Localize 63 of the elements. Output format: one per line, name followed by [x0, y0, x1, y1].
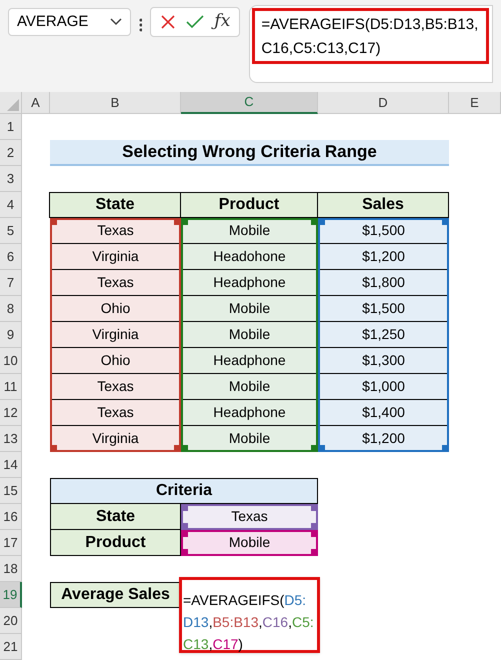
criteria-heading: Criteria — [50, 478, 318, 504]
table-cell: Ohio — [50, 296, 181, 322]
title-cell: Selecting Wrong Criteria Range — [50, 140, 449, 166]
row-header[interactable]: 7 — [0, 270, 22, 296]
column-header[interactable]: B — [50, 92, 181, 114]
row-header[interactable]: 10 — [0, 348, 22, 374]
column-header[interactable]: E — [449, 92, 501, 114]
row-header[interactable]: 13 — [0, 426, 22, 452]
label-cell: Average Sales — [50, 582, 181, 608]
table-cell: $1,250 — [318, 322, 449, 348]
row-header[interactable]: 12 — [0, 400, 22, 426]
cell-reference: AVERAGE — [17, 12, 88, 32]
row-header[interactable]: 3 — [0, 166, 22, 192]
row-header[interactable]: 1 — [0, 114, 22, 140]
table-cell: Texas — [50, 270, 181, 296]
table-cell: Headohone — [181, 244, 318, 270]
table-cell: Texas — [50, 374, 181, 400]
column-header[interactable]: D — [318, 92, 449, 114]
table-cell: $1,800 — [318, 270, 449, 296]
row-header[interactable]: 2 — [0, 140, 22, 166]
row-header[interactable]: 19 — [0, 582, 22, 608]
row-header[interactable]: 16 — [0, 504, 22, 530]
table-cell: Mobile — [181, 296, 318, 322]
table-cell: Headphone — [181, 400, 318, 426]
table-cell: $1,500 — [318, 296, 449, 322]
row-header[interactable]: 11 — [0, 374, 22, 400]
row-header[interactable]: 18 — [0, 556, 22, 582]
row-header[interactable]: 5 — [0, 218, 22, 244]
table-cell: Mobile — [181, 374, 318, 400]
column-heading: Product — [180, 192, 318, 218]
column-header[interactable]: C — [181, 92, 318, 114]
row-header[interactable]: 20 — [0, 608, 22, 634]
criteria-label: State — [50, 504, 181, 530]
table-cell: $1,300 — [318, 348, 449, 374]
criteria-label: Product — [50, 530, 181, 556]
table-cell: $1,400 — [318, 400, 449, 426]
column-heading: Sales — [317, 192, 449, 218]
formula-input[interactable]: =AVERAGEIFS(D5:D13,B5:B13, C16,C5:C13,C17) — [252, 8, 490, 64]
table-cell: Ohio — [50, 348, 181, 374]
table-cell: Headphone — [181, 270, 318, 296]
column-heading: State — [49, 192, 181, 218]
check-icon[interactable] — [186, 15, 204, 29]
table-cell: Virginia — [50, 322, 181, 348]
row-header[interactable]: 17 — [0, 530, 22, 556]
row-header[interactable]: 15 — [0, 478, 22, 504]
row-header[interactable]: 14 — [0, 452, 22, 478]
table-cell: Mobile — [181, 322, 318, 348]
row-header[interactable]: 4 — [0, 192, 22, 218]
cell-editor[interactable]: =AVERAGEIFS(D5: D13,B5:B13,C16,C5: C13,C17) — [179, 577, 320, 653]
table-cell: $1,200 — [318, 244, 449, 270]
row-header[interactable]: 8 — [0, 296, 22, 322]
table-cell: Texas — [50, 400, 181, 426]
more-icon[interactable] — [138, 18, 142, 32]
row-header[interactable]: 21 — [0, 634, 22, 660]
name-box[interactable]: AVERAGE — [8, 8, 131, 36]
dropdown-icon — [110, 18, 122, 26]
row-header[interactable]: 6 — [0, 244, 22, 270]
table-cell: Virginia — [50, 244, 181, 270]
close-icon[interactable] — [160, 14, 176, 30]
table-cell: Headphone — [181, 348, 318, 374]
table-cell: $1,000 — [318, 374, 449, 400]
column-header[interactable]: A — [22, 92, 50, 114]
row-header[interactable]: 9 — [0, 322, 22, 348]
